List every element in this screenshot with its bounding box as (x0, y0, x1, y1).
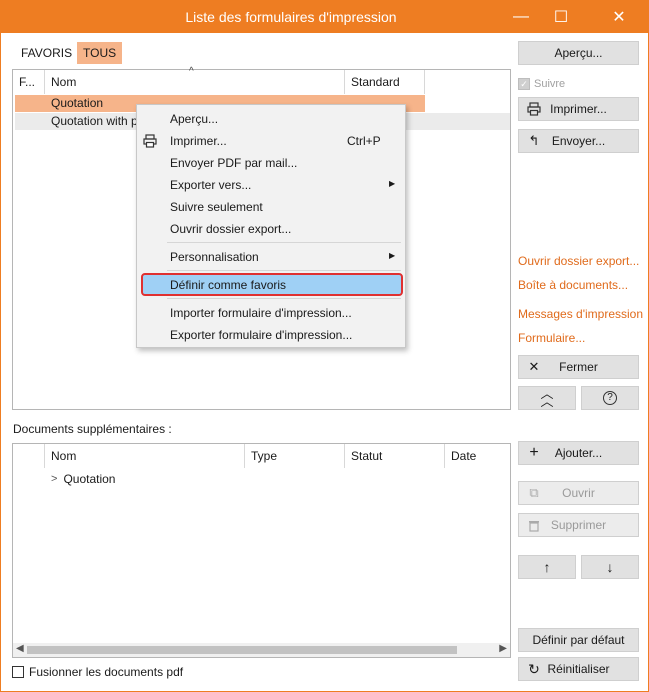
menu-item-label: Importer formulaire d'impression... (170, 306, 352, 320)
tab-tous[interactable]: TOUS (77, 42, 123, 64)
printer-icon (527, 102, 541, 116)
move-down-button[interactable]: ↓ (581, 555, 639, 579)
button-label: Aperçu... (554, 46, 603, 60)
column-header-type[interactable]: Type (245, 444, 345, 468)
link-messages-impression[interactable]: Messages d'impression (518, 307, 643, 321)
additional-docs-list[interactable]: Nom Type Statut Date > Quotation ◀ ▶ (12, 443, 511, 658)
menu-item-label: Envoyer PDF par mail... (170, 156, 298, 170)
double-chevron-up-icon: ︿ ︿ (540, 386, 554, 409)
arrow-down-icon: ↓ (606, 559, 614, 575)
link-formulaire[interactable]: Formulaire... (518, 331, 585, 345)
print-forms-window: Liste des formulaires d'impression — ☐ ✕… (0, 0, 649, 692)
help-button[interactable]: ? (581, 386, 639, 410)
menu-item-label: Ouvrir dossier export... (170, 222, 292, 236)
suivre-checkbox[interactable]: ✓ (518, 78, 530, 90)
tab-favoris[interactable]: FAVORIS (15, 42, 78, 64)
merge-pdf-checkbox[interactable] (12, 666, 24, 678)
menu-item-label: Imprimer... (170, 134, 227, 148)
menu-item-suivre-seulement[interactable]: Suivre seulement (137, 196, 405, 218)
tree-row-label: Quotation (63, 471, 116, 486)
menu-item-label: Exporter vers... (170, 178, 252, 192)
imprimer-button[interactable]: Imprimer... (518, 97, 639, 121)
additional-docs-label: Documents supplémentaires : (13, 422, 172, 436)
column-header-statut[interactable]: Statut (345, 444, 445, 468)
ajouter-button[interactable]: + Ajouter... (518, 441, 639, 465)
menu-item-imprimer[interactable]: Imprimer... Ctrl+P (137, 130, 405, 152)
menu-item-exporter-vers[interactable]: Exporter vers... ▶ (137, 174, 405, 196)
menu-item-label: Suivre seulement (170, 200, 263, 214)
chevron-right-icon[interactable]: > (51, 473, 57, 485)
help-icon: ? (603, 391, 617, 405)
menu-item-shortcut: Ctrl+P (347, 134, 381, 148)
close-icon[interactable]: ✕ (599, 1, 639, 33)
column-header-favorite[interactable]: F... (13, 70, 45, 94)
open-external-icon: ⧉ (529, 485, 539, 500)
plus-icon: + (529, 444, 539, 461)
ouvrir-button[interactable]: ⧉ Ouvrir (518, 481, 639, 505)
button-label: Imprimer... (550, 102, 607, 116)
refresh-icon: ↻ (528, 660, 540, 677)
row-name: Quotation (51, 96, 104, 110)
column-header-name[interactable]: Nom (45, 444, 245, 468)
maximize-icon[interactable]: ☐ (541, 1, 581, 33)
link-ouvrir-dossier-export[interactable]: Ouvrir dossier export... (518, 254, 639, 268)
menu-item-label: Définir comme favoris (170, 278, 287, 292)
envoyer-button[interactable]: ↰ Envoyer... (518, 129, 639, 153)
trash-icon (527, 518, 541, 532)
menu-separator (167, 298, 401, 299)
column-header-date[interactable]: Date (445, 444, 510, 468)
column-header-standard[interactable]: Standard (345, 70, 425, 94)
menu-item-label: Personnalisation (170, 250, 259, 264)
suivre-label: Suivre (534, 78, 566, 90)
menu-item-personnalisation[interactable]: Personnalisation ▶ (137, 246, 405, 268)
merge-pdf-option[interactable]: Fusionner les documents pdf (12, 665, 183, 679)
minimize-icon[interactable]: — (501, 1, 541, 33)
apercu-button[interactable]: Aperçu... (518, 41, 639, 65)
definir-par-defaut-button[interactable]: Définir par défaut (518, 628, 639, 652)
suivre-option[interactable]: ✓ Suivre (518, 78, 565, 90)
menu-item-label: Exporter formulaire d'impression... (170, 328, 353, 342)
scrollbar-thumb[interactable] (27, 646, 457, 654)
printer-icon (143, 134, 157, 148)
link-boite-documents[interactable]: Boîte à documents... (518, 278, 628, 292)
button-label: Définir par défaut (532, 633, 625, 647)
scroll-right-icon[interactable]: ▶ (499, 643, 507, 654)
arrow-up-icon: ↑ (543, 559, 551, 575)
scroll-left-icon[interactable]: ◀ (16, 643, 24, 654)
merge-pdf-label: Fusionner les documents pdf (29, 665, 184, 679)
button-label: Ouvrir (562, 486, 595, 500)
menu-item-importer-formulaire[interactable]: Importer formulaire d'impression... (137, 302, 405, 324)
reply-arrow-icon: ↰ (528, 133, 540, 148)
submenu-arrow-icon: ▶ (389, 179, 396, 188)
column-header-blank (13, 444, 45, 468)
close-icon: ✕ (528, 359, 540, 374)
menu-item-exporter-formulaire[interactable]: Exporter formulaire d'impression... (137, 324, 405, 346)
reinitialiser-button[interactable]: ↻ Réinitialiser (518, 657, 639, 681)
row-name: Quotation with pe (51, 114, 145, 128)
window-title: Liste des formulaires d'impression (185, 9, 397, 25)
menu-item-ouvrir-dossier[interactable]: Ouvrir dossier export... (137, 218, 405, 240)
button-label: Réinitialiser (547, 662, 610, 676)
context-menu: Aperçu... Imprimer... Ctrl+P Envoyer PDF… (136, 104, 406, 348)
horizontal-scrollbar[interactable]: ◀ ▶ (13, 643, 510, 657)
button-label: Ajouter... (554, 446, 603, 460)
title-bar: Liste des formulaires d'impression — ☐ ✕ (1, 1, 648, 33)
sort-ascending-icon: ^ (189, 66, 194, 77)
supprimer-button[interactable]: Supprimer (518, 513, 639, 537)
menu-item-apercu[interactable]: Aperçu... (137, 108, 405, 130)
menu-separator (167, 270, 401, 271)
tree-row[interactable]: > Quotation (51, 470, 115, 487)
menu-item-label: Aperçu... (170, 112, 219, 126)
collapse-button[interactable]: ︿ ︿ (518, 386, 576, 410)
menu-item-envoyer-pdf[interactable]: Envoyer PDF par mail... (137, 152, 405, 174)
column-header-name[interactable]: Nom (45, 70, 345, 94)
menu-item-definir-favoris[interactable]: Définir comme favoris (141, 273, 403, 296)
menu-separator (167, 242, 401, 243)
button-label: Supprimer (550, 518, 607, 532)
move-up-button[interactable]: ↑ (518, 555, 576, 579)
fermer-button[interactable]: ✕ Fermer (518, 355, 639, 379)
submenu-arrow-icon: ▶ (389, 251, 396, 260)
button-label: Envoyer... (551, 134, 606, 148)
button-label: Fermer (559, 360, 598, 374)
